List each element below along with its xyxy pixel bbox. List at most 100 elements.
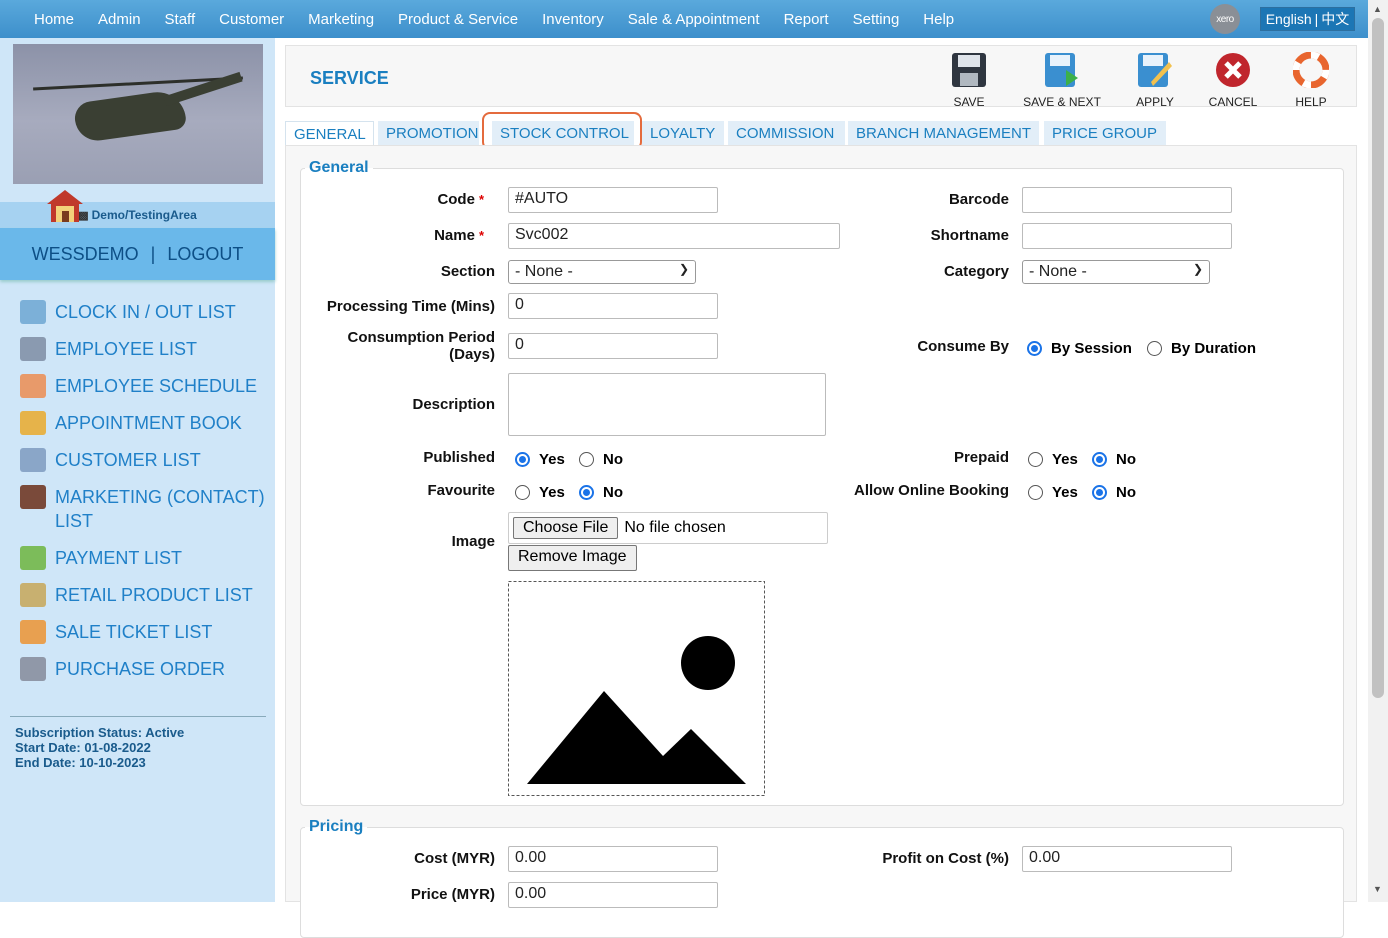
lang-chinese[interactable]: 中文 [1321,9,1349,29]
radio-circle [1092,485,1107,500]
customer-list-icon [20,448,46,472]
sidebar-item-ticket[interactable]: SALE TICKET LIST [20,620,270,644]
location-name: Demo/TestingArea [91,208,197,222]
helicopter-banner-image [13,44,263,184]
nav-help[interactable]: Help [923,11,954,28]
scroll-down-icon[interactable]: ▼ [1373,884,1382,894]
barcode-input[interactable] [1022,187,1232,213]
nav-inventory[interactable]: Inventory [542,11,604,28]
scrollbar-thumb[interactable] [1372,18,1384,698]
tab-branch-management[interactable]: BRANCH MANAGEMENT [848,121,1039,145]
save-next-button[interactable]: SAVE & NEXT [1017,52,1107,109]
nav-sale-appointment[interactable]: Sale & Appointment [628,11,760,28]
nav-report[interactable]: Report [784,11,829,28]
favourite-yes-radio[interactable]: Yes [515,484,565,501]
profit-on-cost-input[interactable]: 0.00 [1022,846,1232,872]
scroll-up-icon[interactable]: ▲ [1373,4,1382,14]
file-input[interactable]: Choose File No file chosen [508,512,828,544]
nav-setting[interactable]: Setting [853,11,900,28]
price-label: Price (MYR) [410,886,495,903]
contact-book-icon [20,485,46,509]
online-booking-no-radio[interactable]: No [1092,484,1136,501]
pricing-legend: Pricing [309,818,364,835]
pricing-fieldset: Pricing [300,818,1344,938]
nav-product-service[interactable]: Product & Service [398,11,518,28]
tab-loyalty[interactable]: LOYALTY [642,121,724,145]
nav-customer[interactable]: Customer [219,11,284,28]
published-yes-radio[interactable]: Yes [515,451,565,468]
sidebar-item-calendar[interactable]: EMPLOYEE SCHEDULE [20,374,270,398]
xero-icon[interactable]: xero [1210,4,1240,34]
prepaid-yes-radio[interactable]: Yes [1028,451,1078,468]
page-scrollbar[interactable]: ▲ ▼ [1368,0,1388,902]
radio-circle [515,485,530,500]
cancel-label: CANCEL [1208,95,1258,109]
favourite-no-radio[interactable]: No [579,484,623,501]
sidebar-item-employee-list[interactable]: EMPLOYEE LIST [20,337,270,361]
sidebar-item-appointment-book[interactable]: APPOINTMENT BOOK [20,411,270,435]
sidebar-item-label: PURCHASE ORDER [55,659,226,679]
tab-general[interactable]: GENERAL [285,121,374,145]
language-switch[interactable]: English | 中文 [1260,7,1355,31]
save-button[interactable]: SAVE [934,52,1004,109]
online-booking-yes-radio[interactable]: Yes [1028,484,1078,501]
save-label: SAVE [953,95,985,109]
nav-staff[interactable]: Staff [165,11,196,28]
home-icon[interactable] [45,188,85,224]
published-no-radio[interactable]: No [579,451,623,468]
sidebar-item-label: EMPLOYEE LIST [55,339,198,359]
lang-english[interactable]: English [1266,11,1312,27]
price-input[interactable]: 0.00 [508,882,718,908]
apply-button[interactable]: APPLY [1120,52,1190,109]
remove-image-button[interactable]: Remove Image [508,545,637,571]
choose-file-button[interactable]: Choose File [513,517,619,539]
save-next-label: SAVE & NEXT [1023,95,1101,109]
sidebar-item-purchase-order[interactable]: PURCHASE ORDER [20,657,270,681]
nav-home[interactable]: Home [34,11,74,28]
section-select[interactable]: - None - ❯ [508,260,696,284]
logout-link[interactable]: LOGOUT [167,244,243,265]
cancel-button[interactable]: CANCEL [1198,52,1268,109]
name-input[interactable]: Svc002 [508,223,840,249]
username-link[interactable]: WESSDEMO [32,244,139,265]
sidebar-item-label: RETAIL PRODUCT LIST [55,585,253,605]
top-menu: Home Admin Staff Customer Marketing Prod… [22,0,966,38]
processing-time-input[interactable]: 0 [508,293,718,319]
category-select[interactable]: - None - ❯ [1022,260,1210,284]
cost-input[interactable]: 0.00 [508,846,718,872]
consume-by-label: Consume By [917,338,1009,355]
cost-label: Cost (MYR) [414,850,495,867]
lifebuoy-icon [1292,51,1330,89]
ticket-icon [20,620,46,644]
help-button[interactable]: HELP [1276,51,1346,109]
clock-icon [20,300,46,324]
profit-on-cost-label: Profit on Cost (%) [882,850,1009,867]
consumption-period-label: Consumption Period (Days) [347,329,496,363]
radio-circle [1028,485,1043,500]
lang-separator: | [1314,11,1319,27]
prepaid-no-radio[interactable]: No [1092,451,1136,468]
nav-marketing[interactable]: Marketing [308,11,374,28]
apply-icon [1138,53,1172,87]
code-input[interactable]: #AUTO [508,187,718,213]
sidebar-item-product-box[interactable]: RETAIL PRODUCT LIST [20,583,270,607]
radio-circle [579,485,594,500]
consumption-period-input[interactable]: 0 [508,333,718,359]
description-textarea[interactable] [508,373,826,436]
sidebar-item-customer-list[interactable]: CUSTOMER LIST [20,448,270,472]
sidebar-item-clock[interactable]: CLOCK IN / OUT LIST [20,300,270,324]
tab-price-group[interactable]: PRICE GROUP [1044,121,1166,145]
sidebar-item-money[interactable]: PAYMENT LIST [20,546,270,570]
nav-admin[interactable]: Admin [98,11,141,28]
sidebar-item-label: APPOINTMENT BOOK [55,413,242,433]
sidebar-item-contact-book[interactable]: MARKETING (CONTACT) LIST [20,485,270,533]
prepaid-label: Prepaid [953,449,1009,466]
consume-by-duration-radio[interactable]: By Duration [1147,340,1256,357]
tab-commission[interactable]: COMMISSION [728,121,845,145]
user-separator: | [150,243,156,264]
tab-promotion[interactable]: PROMOTION [378,121,479,145]
general-legend: General [309,159,369,176]
consume-by-session-radio[interactable]: By Session [1027,340,1132,357]
shortname-input[interactable] [1022,223,1232,249]
page-title: SERVICE [310,68,389,88]
